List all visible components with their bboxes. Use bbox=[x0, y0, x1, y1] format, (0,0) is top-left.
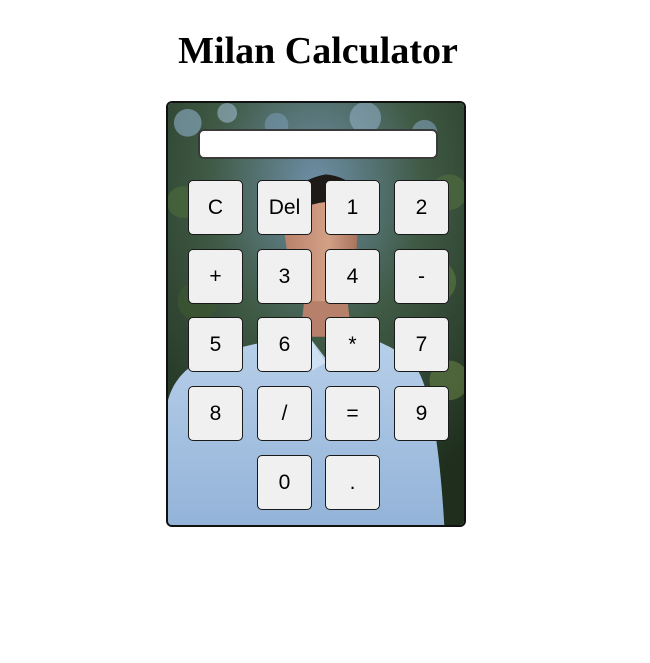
calculator-display[interactable] bbox=[198, 129, 438, 159]
digit-8-button[interactable]: 8 bbox=[188, 386, 243, 441]
digit-1-button[interactable]: 1 bbox=[325, 180, 380, 235]
clear-button[interactable]: C bbox=[188, 180, 243, 235]
page-title: Milan Calculator bbox=[178, 30, 458, 72]
digit-3-button[interactable]: 3 bbox=[257, 249, 312, 304]
digit-6-button[interactable]: 6 bbox=[257, 317, 312, 372]
delete-button[interactable]: Del bbox=[257, 180, 312, 235]
plus-button[interactable]: + bbox=[188, 249, 243, 304]
digit-7-button[interactable]: 7 bbox=[394, 317, 449, 372]
digit-5-button[interactable]: 5 bbox=[188, 317, 243, 372]
digit-2-button[interactable]: 2 bbox=[394, 180, 449, 235]
digit-9-button[interactable]: 9 bbox=[394, 386, 449, 441]
minus-button[interactable]: - bbox=[394, 249, 449, 304]
divide-button[interactable]: / bbox=[257, 386, 312, 441]
background-photo bbox=[168, 103, 464, 525]
digit-4-button[interactable]: 4 bbox=[325, 249, 380, 304]
calculator: C Del 1 2 + 3 4 - 5 6 * 7 8 / = 9 0 . bbox=[166, 101, 466, 527]
decimal-button[interactable]: . bbox=[325, 455, 380, 510]
equals-button[interactable]: = bbox=[325, 386, 380, 441]
digit-0-button[interactable]: 0 bbox=[257, 455, 312, 510]
multiply-button[interactable]: * bbox=[325, 317, 380, 372]
